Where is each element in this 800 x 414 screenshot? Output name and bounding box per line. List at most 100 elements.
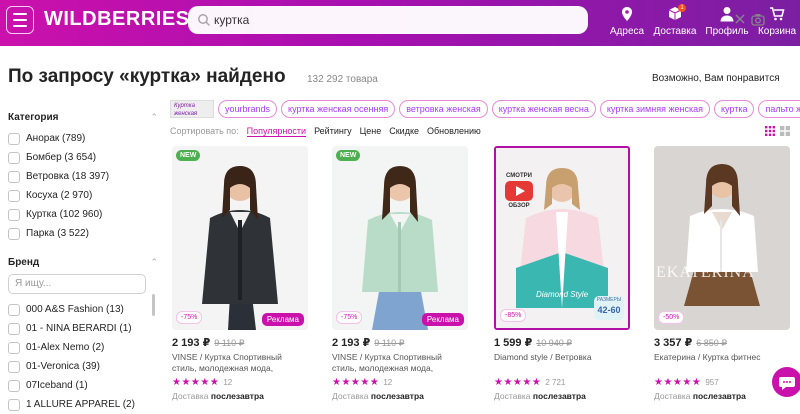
new-badge: NEW bbox=[336, 150, 361, 161]
category-label: Парка (3 522) bbox=[26, 228, 89, 239]
sizes-label: РАЗМЕРЫ bbox=[596, 297, 622, 303]
chat-button[interactable] bbox=[772, 367, 800, 397]
brand-filter-title: Бренд bbox=[8, 257, 40, 268]
old-price: 9 110 ₽ bbox=[214, 338, 245, 348]
nav-profile[interactable]: Профиль bbox=[702, 4, 752, 37]
video-label-top: СМОТРИ bbox=[506, 173, 532, 179]
chevron-up-icon[interactable]: ⌃ bbox=[150, 257, 158, 268]
suggestion-chip[interactable]: пальто женское bbox=[758, 100, 800, 118]
ad-badge[interactable]: Реклама bbox=[421, 313, 464, 326]
product-card[interactable]: NEW -75% Реклама 2 193 ₽9 110 ₽ VINSE / … bbox=[172, 146, 308, 401]
chevron-up-icon[interactable]: ⌃ bbox=[150, 112, 158, 123]
old-price: 6 850 ₽ bbox=[696, 338, 727, 348]
product-image[interactable]: NEW -75% Реклама bbox=[332, 146, 468, 330]
checkbox[interactable] bbox=[8, 132, 20, 145]
old-price: 9 110 ₽ bbox=[374, 338, 405, 348]
search-icon bbox=[198, 14, 211, 27]
checkbox[interactable] bbox=[8, 227, 20, 240]
checkbox[interactable] bbox=[8, 170, 20, 183]
suggestion-chip[interactable]: yourbrands bbox=[218, 100, 278, 118]
product-image[interactable]: EKATERINA -50% bbox=[654, 146, 790, 330]
product-card[interactable]: NEW -75% Реклама 2 193 ₽9 110 ₽ VINSE / … bbox=[332, 146, 468, 401]
checkbox[interactable] bbox=[8, 341, 20, 354]
product-title[interactable]: VINSE / Куртка Спортивный стиль, молодеж… bbox=[332, 352, 468, 374]
product-card[interactable]: EKATERINA -50% 3 357 ₽6 850 ₽ Екатерина … bbox=[654, 146, 790, 401]
checkbox[interactable] bbox=[8, 208, 20, 221]
suggestion-chip[interactable]: куртка женская осенняя bbox=[281, 100, 396, 118]
brand-option[interactable]: 1 ALLURE APPAREL (2) bbox=[8, 395, 158, 414]
brand-option[interactable]: 01 - NINA BERARDI (1) bbox=[8, 319, 158, 338]
suggestion-chip[interactable]: ветровка женская bbox=[399, 100, 488, 118]
checkbox[interactable] bbox=[8, 303, 20, 316]
video-review-badge[interactable]: СМОТРИ ОБЗОР bbox=[502, 172, 536, 210]
nav-addresses[interactable]: Адреса bbox=[602, 4, 652, 37]
brand-watermark: EKATERINA bbox=[656, 264, 755, 281]
brand-label: 01 - NINA BERARDI (1) bbox=[26, 323, 132, 334]
category-option[interactable]: Бомбер (3 654) bbox=[8, 148, 158, 167]
grid-large-icon[interactable] bbox=[780, 126, 790, 136]
suggestions-link[interactable]: Возможно, Вам понравится bbox=[652, 73, 780, 84]
sort-option-popularity[interactable]: Популярности bbox=[246, 126, 307, 137]
category-option[interactable]: Ветровка (18 397) bbox=[8, 167, 158, 186]
category-option[interactable]: Анорак (789) bbox=[8, 129, 158, 148]
checkbox[interactable] bbox=[8, 322, 20, 335]
sort-option-price[interactable]: Цене bbox=[360, 126, 382, 137]
suggestion-chip[interactable]: куртка женская весна bbox=[491, 100, 596, 118]
page-title: По запросу «куртка» найдено bbox=[8, 66, 286, 87]
ad-badge[interactable]: Реклама bbox=[261, 313, 304, 326]
brand-list-scrollbar[interactable] bbox=[152, 294, 155, 316]
product-title[interactable]: VINSE / Куртка Спортивный стиль, молодеж… bbox=[172, 352, 308, 374]
sort-option-updated[interactable]: Обновлению bbox=[427, 126, 481, 137]
review-count: 12 bbox=[383, 378, 393, 387]
price-row: 2 193 ₽9 110 ₽ bbox=[332, 336, 468, 349]
price: 2 193 ₽ bbox=[172, 337, 211, 349]
product-card[interactable]: СМОТРИ ОБЗОР Diamond Style РАЗМЕРЫ 42-60… bbox=[494, 146, 630, 401]
checkbox[interactable] bbox=[8, 189, 20, 202]
sort-bar: Сортировать по: Популярности Рейтингу Це… bbox=[170, 126, 481, 137]
checkbox[interactable] bbox=[8, 398, 20, 411]
top-header: WILDBERRIES Адреса 1 Доставка Профиль Ко… bbox=[0, 0, 800, 46]
category-label: Ветровка (18 397) bbox=[26, 171, 110, 182]
brand-search-input[interactable]: Я ищу... bbox=[8, 274, 146, 294]
logo[interactable]: WILDBERRIES bbox=[44, 8, 190, 31]
sort-option-rating[interactable]: Рейтингу bbox=[314, 126, 352, 137]
chip-image[interactable]: Куртка женская bbox=[170, 100, 214, 118]
brand-option[interactable]: 07Iceband (1) bbox=[8, 376, 158, 395]
suggestion-chip[interactable]: куртка зимняя женская bbox=[599, 100, 710, 118]
brand-option[interactable]: 01-Alex Nemo (2) bbox=[8, 338, 158, 357]
sort-option-discount[interactable]: Скидке bbox=[389, 126, 419, 137]
brand-filter-header[interactable]: Бренд ⌃ bbox=[8, 257, 158, 268]
product-image[interactable]: СМОТРИ ОБЗОР Diamond Style РАЗМЕРЫ 42-60… bbox=[494, 146, 630, 330]
nav-label: Профиль bbox=[705, 26, 749, 37]
new-badge: NEW bbox=[176, 150, 201, 161]
price-row: 2 193 ₽9 110 ₽ bbox=[172, 336, 308, 349]
nav-cart[interactable]: Корзина bbox=[752, 4, 800, 37]
category-option[interactable]: Парка (3 522) bbox=[8, 224, 158, 243]
sort-label: Сортировать по: bbox=[170, 126, 239, 136]
product-title[interactable]: Diamond style / Ветровка bbox=[494, 352, 630, 374]
checkbox[interactable] bbox=[8, 360, 20, 373]
nav-delivery[interactable]: 1 Доставка bbox=[650, 4, 700, 37]
suggestion-chip[interactable]: куртка bbox=[713, 100, 755, 118]
category-option[interactable]: Куртка (102 960) bbox=[8, 205, 158, 224]
category-option[interactable]: Косуха (2 970) bbox=[8, 186, 158, 205]
product-image[interactable]: NEW -75% Реклама bbox=[172, 146, 308, 330]
brand-label: 01-Alex Nemo (2) bbox=[26, 342, 105, 353]
grid-small-icon[interactable] bbox=[765, 126, 775, 136]
review-count: 2 721 bbox=[545, 378, 566, 387]
search-input[interactable] bbox=[214, 10, 524, 30]
product-title[interactable]: Екатерина / Куртка фитнес bbox=[654, 352, 790, 374]
rating: ★★★★★ 957 bbox=[654, 377, 790, 388]
sizes-value: 42-60 bbox=[597, 305, 621, 315]
category-label: Куртка (102 960) bbox=[26, 209, 103, 220]
checkbox[interactable] bbox=[8, 151, 20, 164]
brand-option[interactable]: 000 A&S Fashion (13) bbox=[8, 300, 158, 319]
nav-label: Корзина bbox=[757, 26, 797, 37]
price-row: 3 357 ₽6 850 ₽ bbox=[654, 336, 790, 349]
category-label: Бомбер (3 654) bbox=[26, 152, 97, 163]
category-filter-header[interactable]: Категория ⌃ bbox=[8, 112, 158, 123]
price-row: 1 599 ₽10 940 ₽ bbox=[494, 336, 630, 349]
menu-button[interactable] bbox=[6, 6, 34, 34]
checkbox[interactable] bbox=[8, 379, 20, 392]
brand-option[interactable]: 01-Veronica (39) bbox=[8, 357, 158, 376]
